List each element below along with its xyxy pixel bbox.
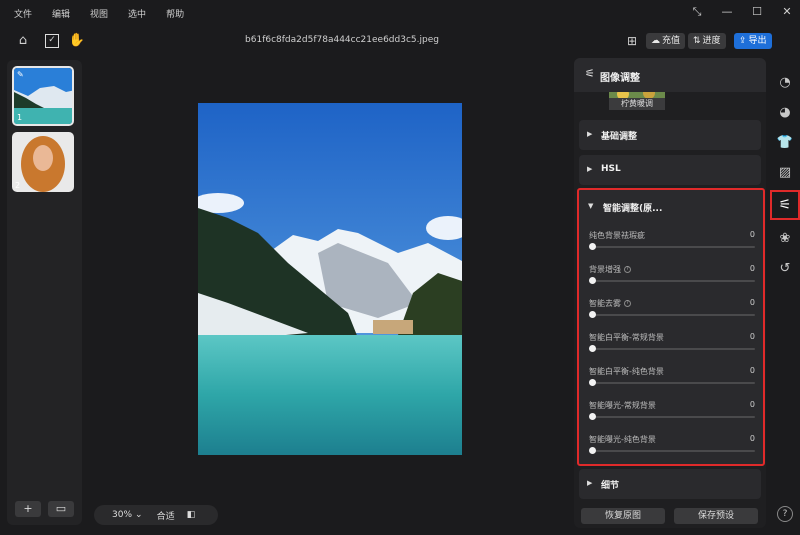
slider-knob[interactable] [589, 447, 596, 454]
section-hsl[interactable]: ▶ HSL [579, 155, 761, 185]
section-smart-label[interactable]: 智能调整(原... [603, 201, 662, 214]
close-icon[interactable]: ✕ [780, 5, 794, 19]
section-basic[interactable]: ▶ 基础调整 [579, 120, 761, 150]
export-button[interactable]: ⇪ 导出 [734, 33, 772, 49]
slider-wb-regular[interactable]: 智能白平衡-常规背景 0 [589, 332, 755, 358]
arrow-up-left-icon[interactable]: ⤡ [690, 5, 704, 19]
slider-track[interactable] [591, 348, 755, 350]
window-controls: ⤡ — ☐ ✕ [690, 5, 794, 19]
slider-track[interactable] [591, 382, 755, 384]
menu-select[interactable]: 选中 [128, 7, 146, 20]
fit-button[interactable]: 合适 [157, 509, 175, 522]
slider-track[interactable] [591, 416, 755, 418]
caret-right-icon: ▶ [587, 130, 593, 138]
reset-original-button[interactable]: 恢复原图 [581, 508, 665, 524]
mountain-lake-image [198, 103, 462, 455]
section-detail[interactable]: ▶ 细节 [579, 469, 761, 499]
section-smart: ▼ 智能调整(原... 纯色背景祛瑕疵 0 背景增强? 0 智能去雾? 0 智能… [577, 188, 765, 466]
thumbnail-strip: ✎ 1 2 + ▭ [7, 60, 82, 525]
effects-icon[interactable]: ◕ [774, 102, 796, 124]
sliders-icon: ⚟ [585, 67, 595, 80]
clothing-icon[interactable]: 👕 [774, 132, 796, 154]
slider-track[interactable] [591, 280, 755, 282]
gift-icon[interactable]: ⊞ [623, 32, 641, 50]
texture-icon[interactable]: ▨ [774, 162, 796, 184]
help-icon[interactable]: ? [624, 266, 631, 273]
save-preset-button[interactable]: 保存预设 [674, 508, 758, 524]
main-photo [198, 103, 462, 455]
color-icon[interactable]: ❀ [774, 228, 796, 250]
slider-track[interactable] [591, 314, 755, 316]
toolbar: ⌂ ✓ ✋ b61f6c8fda2d5f78a444cc21ee6dd3c5.j… [0, 28, 800, 54]
export-icon: ⇪ [739, 36, 747, 46]
preset-label: 柠黄暖调 [609, 98, 665, 110]
transfer-icon: ⇅ [693, 36, 701, 46]
menu-edit[interactable]: 编辑 [52, 7, 70, 20]
zoom-level[interactable]: 30% [112, 510, 132, 520]
progress-button[interactable]: ⇅ 进度 [688, 33, 726, 49]
slider-track[interactable] [591, 450, 755, 452]
slider-exposure-regular[interactable]: 智能曝光-常规背景 0 [589, 400, 755, 426]
caret-right-icon: ▶ [587, 165, 593, 173]
slider-track[interactable] [591, 246, 755, 248]
panel-title: 图像调整 [600, 73, 640, 84]
slider-bg-enhance[interactable]: 背景增强? 0 [589, 264, 755, 290]
cloud-icon: ☁ [651, 36, 660, 46]
thumbnail-2[interactable]: 2 [12, 132, 74, 192]
slider-knob[interactable] [589, 345, 596, 352]
recharge-button[interactable]: ☁ 充值 [646, 33, 686, 49]
help-icon[interactable]: ? [624, 300, 631, 307]
adjust-sliders-icon[interactable]: ⚟ [770, 190, 800, 220]
history-icon[interactable]: ↺ [774, 258, 796, 280]
beauty-icon[interactable]: ◔ [774, 72, 796, 94]
image-adjust-panel: 柠黄暖调 ⚟ 图像调整 ▶ 基础调整 ▶ HSL ▼ 智能调整(原... 纯色背… [574, 58, 766, 528]
caret-down-icon[interactable]: ▼ [588, 202, 593, 210]
thumbnail-1[interactable]: ✎ 1 [12, 66, 74, 126]
minimize-icon[interactable]: — [720, 5, 734, 19]
pencil-icon: ✎ [17, 70, 24, 79]
file-name: b61f6c8fda2d5f78a444cc21ee6dd3c5.jpeg [245, 35, 439, 45]
menu-help[interactable]: 帮助 [166, 7, 184, 20]
caret-right-icon: ▶ [587, 479, 593, 487]
slider-solid-bg-blemish[interactable]: 纯色背景祛瑕疵 0 [589, 230, 755, 256]
menu-view[interactable]: 视图 [90, 7, 108, 20]
add-button[interactable]: + [15, 501, 41, 517]
zoom-bar: 30% ⌄ 合适 ◧ [94, 505, 218, 525]
panel-header: ⚟ 图像调整 [574, 58, 766, 92]
panel-toggle-icon[interactable]: ▭ [48, 501, 74, 517]
slider-knob[interactable] [589, 277, 596, 284]
chevron-down-icon[interactable]: ⌄ [135, 510, 143, 520]
slider-dehaze[interactable]: 智能去雾? 0 [589, 298, 755, 324]
help-icon[interactable]: ? [777, 506, 793, 522]
menu-file[interactable]: 文件 [14, 7, 32, 20]
tool-icon-column: ◔ ◕ 👕 ▨ ⚟ ❀ ↺ ? [770, 58, 800, 528]
slider-knob[interactable] [589, 311, 596, 318]
slider-knob[interactable] [589, 413, 596, 420]
menu-bar: 文件 编辑 视图 选中 帮助 ⤡ — ☐ ✕ [0, 0, 800, 26]
slider-exposure-solid[interactable]: 智能曝光-纯色背景 0 [589, 434, 755, 460]
slider-wb-solid[interactable]: 智能白平衡-纯色背景 0 [589, 366, 755, 392]
maximize-icon[interactable]: ☐ [750, 5, 764, 19]
canvas-area: 30% ⌄ 合适 ◧ [88, 60, 566, 525]
compare-icon[interactable]: ◧ [187, 510, 196, 520]
slider-knob[interactable] [589, 243, 596, 250]
slider-knob[interactable] [589, 379, 596, 386]
portrait-thumbnail-image [12, 132, 74, 192]
